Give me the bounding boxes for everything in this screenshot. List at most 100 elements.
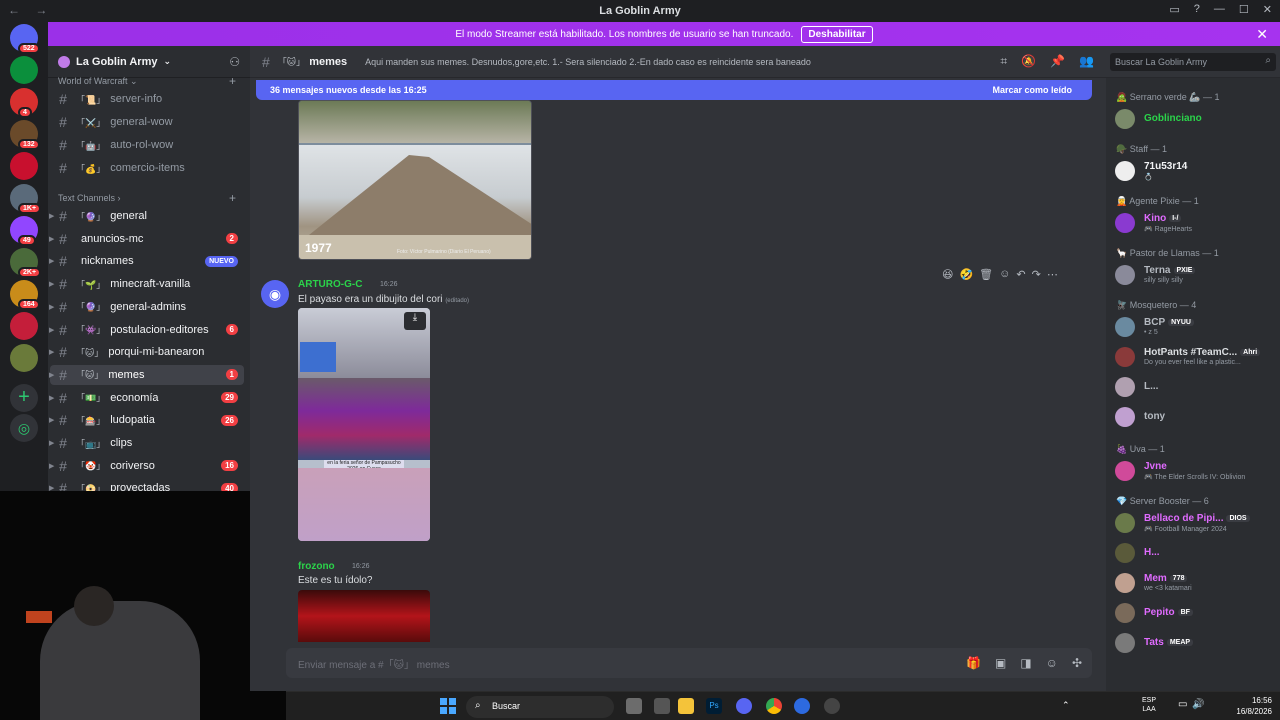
channel-item[interactable]: ▶ # nicknames NUEVO: [49, 251, 244, 271]
channel-item[interactable]: # 「💰」 comercio-items: [50, 158, 244, 178]
image-attachment[interactable]: [298, 590, 430, 642]
forward-icon[interactable]: ↷: [1032, 268, 1041, 286]
server-icon[interactable]: [10, 344, 38, 372]
channel-item[interactable]: ▶ # 「📺」 clips: [49, 433, 244, 453]
member-item[interactable]: Tats MEAP: [1112, 630, 1274, 656]
member-item[interactable]: Kino I-/ 🎮 RageHearts: [1112, 210, 1274, 236]
volume-icon[interactable]: 🔊: [1192, 699, 1204, 710]
pin-icon[interactable]: 📌: [1050, 54, 1065, 69]
reaction-emoji-icon[interactable]: 😆: [942, 268, 953, 286]
chrome-icon[interactable]: [766, 698, 782, 714]
channel-item[interactable]: ▶ # 「🔮」 general: [49, 206, 244, 226]
channel-item[interactable]: # 「📜」 server-info: [50, 89, 244, 109]
reaction-laugh-icon[interactable]: 🤣: [959, 268, 973, 286]
message-author[interactable]: ARTURO-G-C: [298, 279, 362, 290]
avatar[interactable]: ◉: [261, 280, 289, 308]
channel-item[interactable]: ▶ # 「👾」 postulacion-editores 6: [49, 320, 244, 340]
channel-expand-icon[interactable]: ▶: [49, 394, 54, 402]
member-item[interactable]: Bellaco de Pipi... DIOS 🎮 Football Manager…: [1112, 510, 1274, 536]
channel-expand-icon[interactable]: ▶: [49, 439, 54, 447]
close-window-icon[interactable]: ✕: [1263, 3, 1272, 16]
channel-expand-icon[interactable]: ▶: [49, 257, 54, 265]
mute-icon[interactable]: 🔕: [1021, 54, 1036, 69]
member-item[interactable]: Terna PXIE silly silly silly: [1112, 262, 1274, 288]
channel-expand-icon[interactable]: ▶: [49, 416, 54, 424]
create-text-channel-icon[interactable]: +: [229, 191, 236, 205]
inbox-icon[interactable]: ▭: [1169, 3, 1179, 16]
language-indicator[interactable]: ESP LAA: [1142, 696, 1156, 714]
windows-start-icon[interactable]: [440, 698, 456, 714]
server-icon[interactable]: [10, 152, 38, 180]
channel-item[interactable]: # 「🤖」 auto-rol-wow: [50, 135, 244, 155]
member-list-icon[interactable]: 👥: [1079, 54, 1094, 69]
help-icon[interactable]: ?: [1194, 3, 1200, 16]
gift-icon[interactable]: 🎁: [966, 656, 981, 670]
channel-expand-icon[interactable]: ▶: [49, 371, 54, 379]
channel-item[interactable]: ▶ # 「🎰」 ludopatia 26: [49, 410, 244, 430]
member-item[interactable]: 71u53r14 💍: [1112, 158, 1274, 184]
task-view-icon[interactable]: [626, 698, 642, 714]
message-composer[interactable]: Enviar mensaje a #「🐱」 memes 🎁 ▣ ◨ ☺ ✣: [286, 648, 1092, 678]
channel-expand-icon[interactable]: ▶: [49, 348, 54, 356]
server-icon[interactable]: [10, 56, 38, 84]
explore-servers-icon[interactable]: ◎: [10, 414, 38, 442]
disable-streamer-button[interactable]: Deshabilitar: [801, 25, 873, 43]
download-icon[interactable]: ⤓: [404, 312, 426, 330]
channel-item[interactable]: ▶ # anuncios-mc 2: [49, 229, 244, 249]
close-banner-icon[interactable]: ✕: [1256, 26, 1268, 43]
minimize-icon[interactable]: —: [1214, 3, 1225, 16]
member-item[interactable]: Goblinciano: [1112, 106, 1274, 132]
member-item[interactable]: H...: [1112, 540, 1274, 566]
search-input[interactable]: Buscar La Goblin Army ⌕: [1110, 53, 1276, 71]
channel-topic[interactable]: Aqui manden sus memes. Desnudos,gore,etc…: [365, 57, 811, 67]
server-header[interactable]: La Goblin Army ⌄ ⚇: [48, 46, 250, 78]
channel-item[interactable]: ▶ # 「🔮」 general-admins: [49, 297, 244, 317]
channel-expand-icon[interactable]: ▶: [49, 303, 54, 311]
channel-item[interactable]: ▶ # 「🤡」 coriverso 16: [49, 456, 244, 476]
maximize-icon[interactable]: ☐: [1239, 3, 1249, 16]
member-item[interactable]: Pepito BF: [1112, 600, 1274, 626]
reply-icon[interactable]: ↶: [1016, 268, 1025, 286]
category-text-channels[interactable]: Text Channels ›: [58, 193, 121, 203]
add-server-icon[interactable]: +: [10, 384, 38, 412]
member-item[interactable]: L...: [1112, 374, 1274, 400]
sticker-icon[interactable]: ◨: [1020, 656, 1031, 670]
channel-item[interactable]: ▶ # 「🐱」 memes 1: [49, 364, 244, 385]
apps-icon[interactable]: ✣: [1072, 656, 1082, 670]
settings-icon[interactable]: [824, 698, 840, 714]
tray-chevron-icon[interactable]: ⌃: [1062, 700, 1070, 711]
message-author[interactable]: frozono: [298, 561, 335, 572]
channel-item[interactable]: ▶ # 「💵」 economía 29: [49, 388, 244, 408]
mark-as-read-button[interactable]: Marcar como leído: [992, 85, 1072, 95]
member-item[interactable]: BCP NYUU • z 5: [1112, 314, 1274, 340]
channel-expand-icon[interactable]: ▶: [49, 280, 54, 288]
category-world-of-warcraft[interactable]: World of Warcraft ⌄: [58, 76, 138, 87]
channel-expand-icon[interactable]: ▶: [49, 462, 54, 470]
add-member-icon[interactable]: ⚇: [229, 55, 240, 69]
channel-item[interactable]: ▶ # 「🌱」 minecraft-vanilla: [49, 274, 244, 294]
taskbar-search[interactable]: ⌕ Buscar: [466, 696, 614, 718]
add-reaction-icon[interactable]: ☺: [999, 268, 1010, 286]
member-item[interactable]: tony: [1112, 404, 1274, 430]
photoshop-icon[interactable]: Ps: [706, 698, 722, 714]
gif-icon[interactable]: ▣: [995, 656, 1006, 670]
app-icon[interactable]: [654, 698, 670, 714]
member-item[interactable]: Mem 778 we <3 katamari: [1112, 570, 1274, 596]
clock[interactable]: 16:56 16/8/2026: [1236, 695, 1272, 717]
network-icon[interactable]: ▭: [1178, 699, 1187, 710]
channel-item[interactable]: # 「⚔️」 general-wow: [50, 112, 244, 132]
app-blue-icon[interactable]: [794, 698, 810, 714]
file-explorer-icon[interactable]: [678, 698, 694, 714]
image-attachment[interactable]: 1977 Foto: Víctor Pulmarino (Diario El P…: [298, 100, 532, 260]
channel-expand-icon[interactable]: ▶: [49, 326, 54, 334]
discord-icon[interactable]: [736, 698, 752, 714]
channel-expand-icon[interactable]: ▶: [49, 212, 54, 220]
emoji-icon[interactable]: ☺: [1046, 656, 1058, 670]
new-messages-bar[interactable]: 36 mensajes nuevos desde las 16:25 Marca…: [256, 80, 1092, 100]
server-icon[interactable]: [10, 312, 38, 340]
create-channel-icon[interactable]: +: [229, 74, 236, 88]
channel-expand-icon[interactable]: ▶: [49, 235, 54, 243]
member-item[interactable]: HotPants #TeamC... Ahri Do you ever feel l…: [1112, 344, 1274, 370]
reaction-trash-icon[interactable]: 🗑: [979, 268, 993, 286]
threads-icon[interactable]: ⌗: [1000, 54, 1007, 69]
